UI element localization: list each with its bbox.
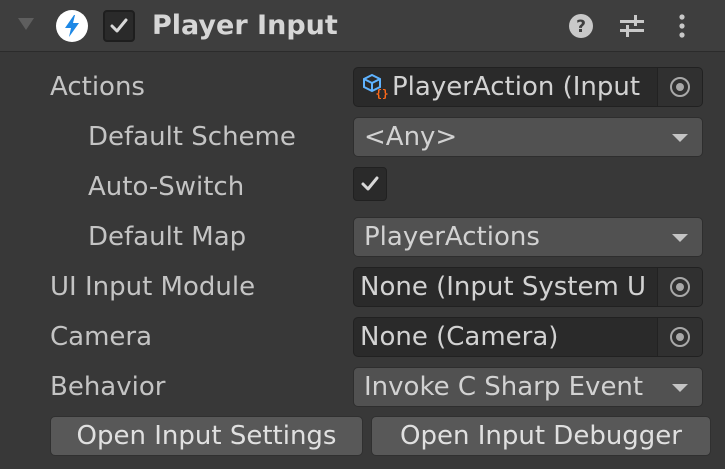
default-scheme-value: <Any> [364, 122, 458, 152]
default-map-dropdown[interactable]: PlayerActions [353, 217, 703, 257]
ui-input-module-value: None (Input System U [360, 272, 647, 302]
actions-object-field[interactable]: {} PlayerAction (Input [353, 67, 703, 107]
default-scheme-dropdown[interactable]: <Any> [353, 117, 703, 157]
chevron-down-icon [672, 384, 688, 392]
ui-input-module-object-field[interactable]: None (Input System U [353, 267, 703, 307]
behavior-value: Invoke C Sharp Event [364, 372, 644, 402]
behavior-label: Behavior [50, 372, 166, 402]
checkmark-icon [110, 18, 128, 33]
component-header[interactable]: Player Input ? [0, 0, 725, 52]
help-icon[interactable]: ? [567, 12, 595, 40]
camera-value: None (Camera) [360, 322, 559, 352]
chevron-down-icon [672, 234, 688, 242]
behavior-dropdown[interactable]: Invoke C Sharp Event [353, 367, 703, 407]
input-actions-asset-icon: {} [363, 73, 389, 100]
default-map-label: Default Map [88, 222, 247, 252]
default-scheme-label: Default Scheme [88, 122, 296, 152]
actions-label: Actions [50, 72, 145, 102]
default-map-value: PlayerActions [364, 222, 540, 252]
target-icon [670, 77, 690, 97]
target-icon [670, 327, 690, 347]
object-picker-button[interactable] [657, 268, 702, 306]
lightning-bolt-icon [56, 10, 88, 42]
checkmark-icon [361, 176, 379, 191]
object-picker-button[interactable] [657, 68, 702, 106]
open-input-settings-button[interactable]: Open Input Settings [50, 416, 363, 456]
camera-label: Camera [50, 322, 153, 352]
chevron-down-icon [672, 134, 688, 142]
presets-sliders-icon[interactable] [618, 12, 646, 40]
kebab-menu-icon[interactable] [668, 12, 696, 40]
foldout-arrow-icon[interactable] [18, 18, 34, 30]
actions-value: PlayerAction (Input [392, 72, 641, 102]
component-title: Player Input [152, 10, 338, 41]
auto-switch-checkbox[interactable] [353, 167, 387, 201]
camera-object-field[interactable]: None (Camera) [353, 317, 703, 357]
ui-input-module-label: UI Input Module [50, 272, 256, 302]
actions-value-wrap: {} PlayerAction (Input [362, 68, 654, 106]
open-input-debugger-button[interactable]: Open Input Debugger [371, 416, 711, 456]
component-enable-checkbox[interactable] [103, 10, 135, 42]
svg-text:?: ? [576, 17, 586, 37]
object-picker-button[interactable] [657, 318, 702, 356]
auto-switch-label: Auto-Switch [88, 172, 245, 202]
svg-text:{}: {} [375, 87, 388, 100]
target-icon [670, 277, 690, 297]
